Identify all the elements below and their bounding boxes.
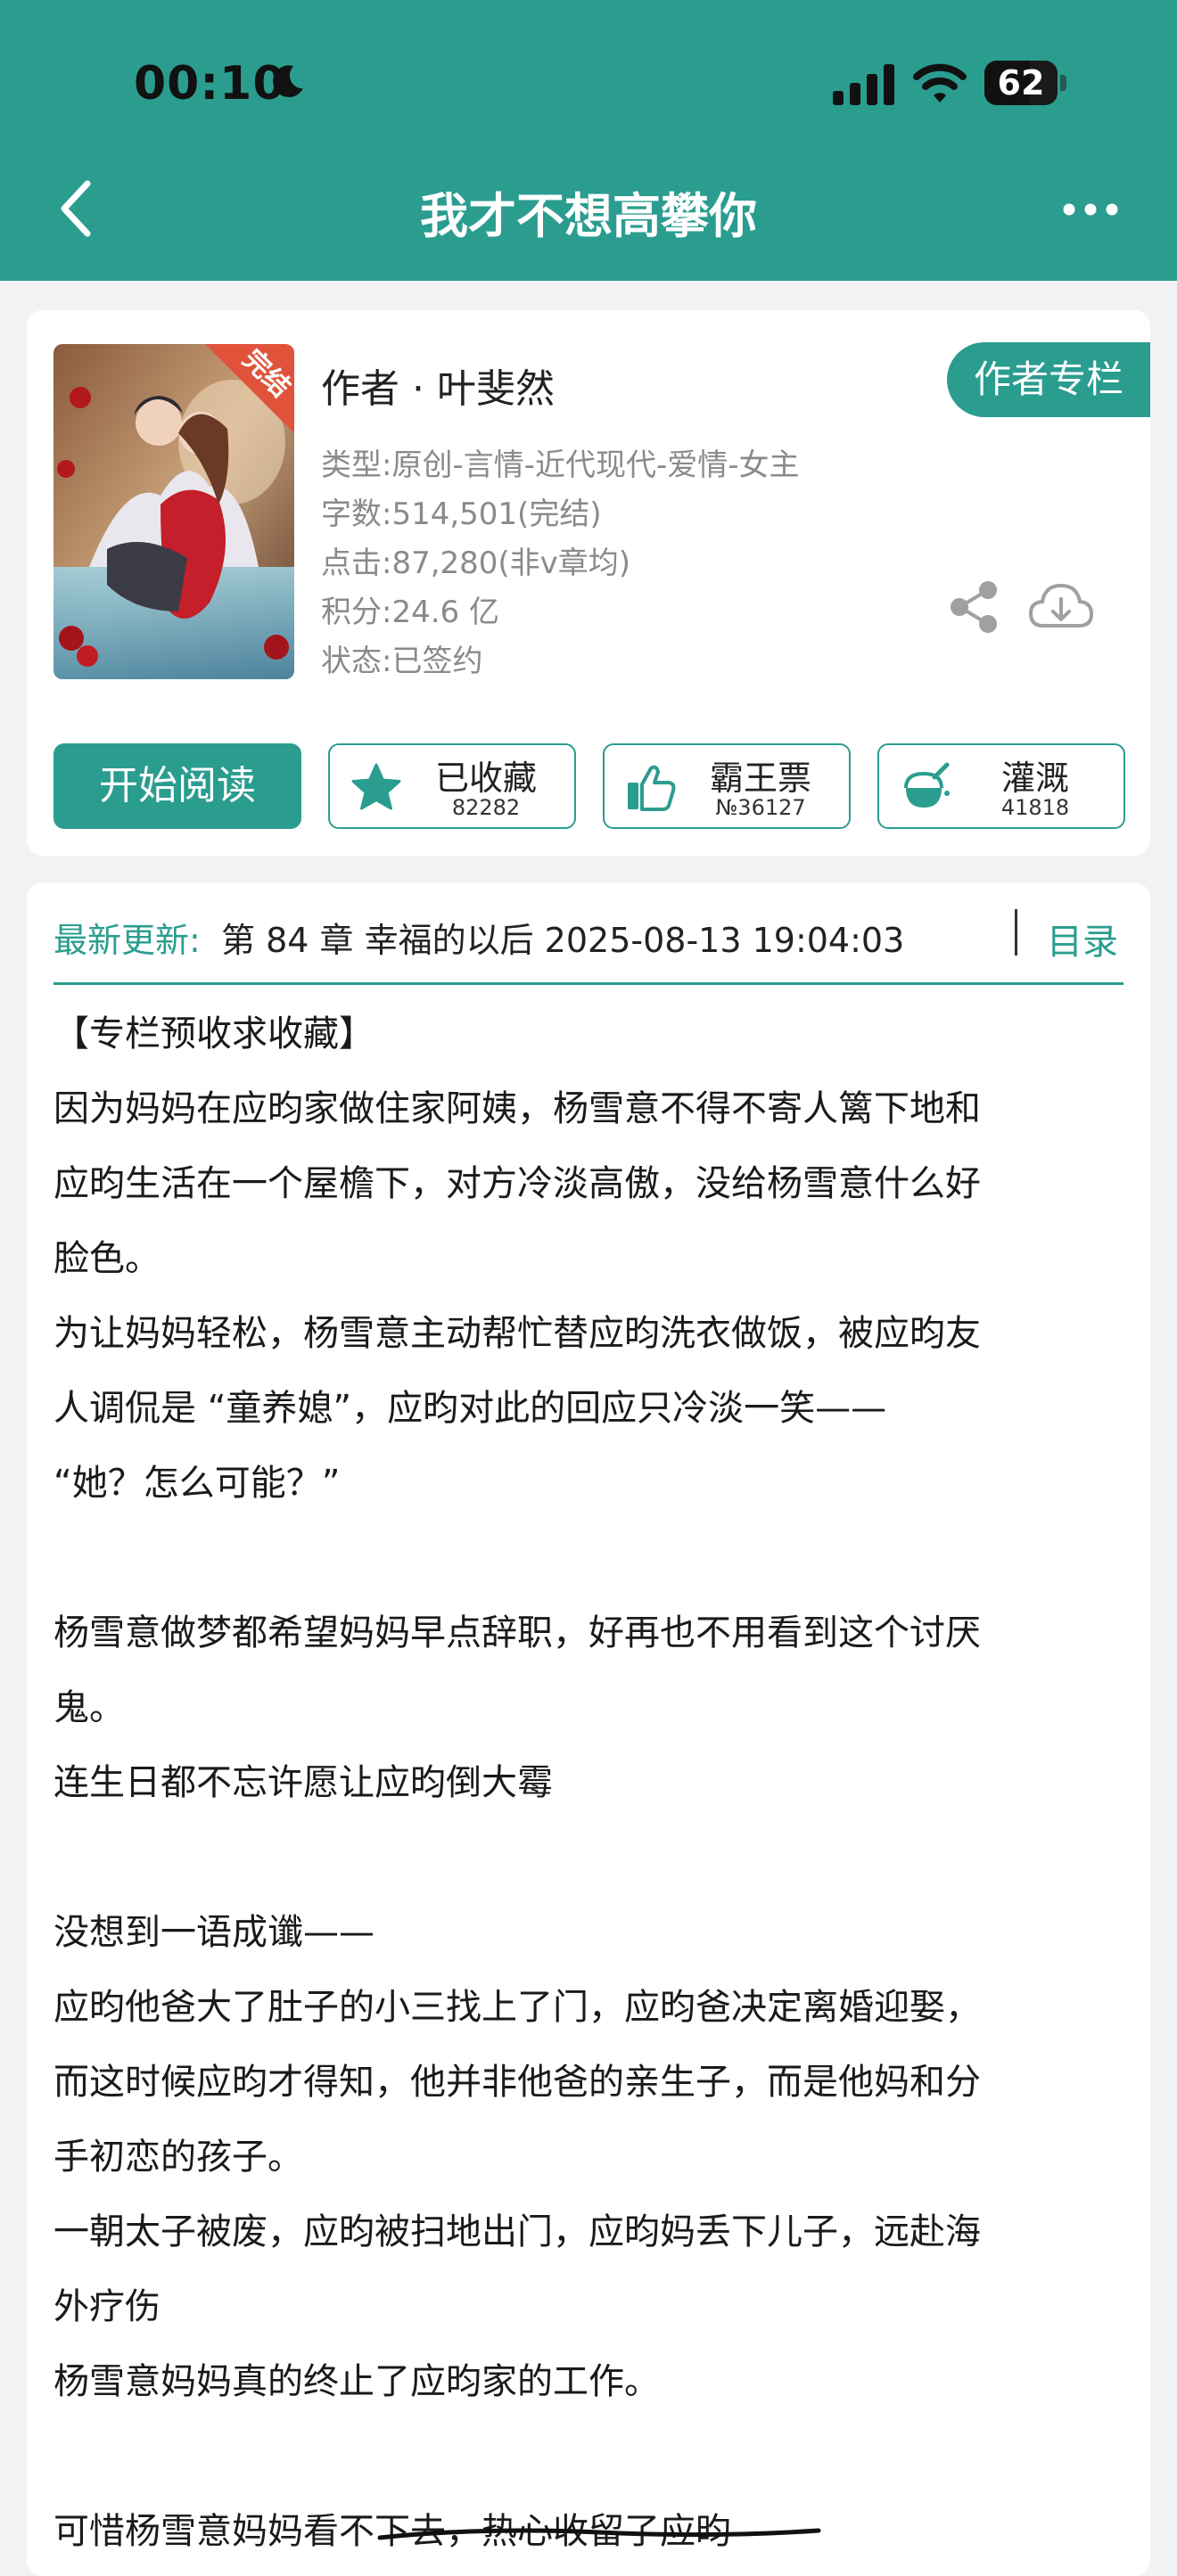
scribble-mark (377, 2528, 821, 2540)
latest-update-label: 最新更新: (54, 921, 201, 960)
page-title: 我才不想高攀你 (420, 188, 757, 244)
toc-divider (1015, 909, 1017, 956)
intro-line: 外疗伤 (54, 2286, 160, 2327)
intro-line (54, 2419, 1141, 2494)
intro-line: 一朝太子被废，应昀被扫地出门，应昀妈丢下儿子，远赴海 (54, 2211, 981, 2252)
irrigate-count: 41818 (1000, 795, 1070, 820)
meta-word-count: 字数:514,501(完结) (321, 496, 602, 532)
start-reading-button[interactable]: 开始阅读 (54, 743, 301, 829)
intro-line: 【专栏预收求收藏】 (54, 1013, 374, 1054)
intro-line: 为让妈妈轻松，杨雪意主动帮忙替应昀洗衣做饭，被应昀友 (54, 1313, 981, 1354)
intro-line: 因为妈妈在应昀家做住家阿姨，杨雪意不得不寄人篱下地和 (54, 1088, 981, 1129)
intro-line: 连生日都不忘许愿让应昀倒大霉 (54, 1762, 553, 1803)
intro-line: 杨雪意妈妈真的终止了应昀家的工作。 (54, 2361, 660, 2402)
intro-line: 脸色。 (54, 1238, 160, 1279)
intro-line: 人调侃是 “童养媳”，应昀对此的回应只冷淡一笑—— (54, 1388, 887, 1429)
book-cover-image[interactable]: 完结 (54, 344, 294, 679)
irrigate-button[interactable]: 灌溉 41818 (877, 743, 1125, 829)
intro-line: 应昀他爸大了肚子的小三找上了门，应昀爸决定离婚迎娶， (54, 1987, 981, 2028)
intro-line: 鬼。 (54, 1687, 125, 1728)
star-icon (351, 763, 401, 810)
author-name[interactable]: 作者 · 叶斐然 (321, 357, 555, 414)
share-icon[interactable] (945, 578, 1004, 636)
meta-status: 状态:已签约 (321, 644, 483, 679)
meta-clicks: 点击:87,280(非v章均) (321, 546, 631, 581)
book-introduction: 【专栏预收求收藏】 因为妈妈在应昀家做住家阿姨，杨雪意不得不寄人篱下地和 应昀生… (54, 997, 1141, 2569)
meta-genre: 类型:原创-言情-近代现代-爱情-女主 (321, 447, 800, 483)
irrigate-label: 灌溉 (1000, 759, 1069, 798)
author-column-button[interactable]: 作者专栏 (947, 342, 1150, 417)
favorite-button[interactable]: 已收藏 82282 (328, 743, 576, 829)
section-divider (54, 982, 1124, 985)
meta-score: 积分:24.6 亿 (321, 595, 499, 630)
more-dots-icon[interactable] (1061, 196, 1120, 223)
favorite-count: 82282 (451, 795, 521, 820)
app-header: 00:10 62 我才不想高攀你 (0, 0, 1177, 281)
wifi-icon (913, 63, 967, 103)
cellular-signal-icon (833, 64, 894, 105)
intro-line: 手初恋的孩子。 (54, 2137, 303, 2178)
moon-icon (273, 65, 303, 98)
intro-line: 而这时候应昀才得知，他并非他爸的亲生子，而是他妈和分 (54, 2062, 981, 2103)
overlord-ticket-label: 霸王票 (709, 759, 811, 798)
favorite-label: 已收藏 (434, 759, 537, 798)
thumbs-up-icon (628, 765, 676, 811)
status-time: 00:10 (134, 57, 286, 111)
cloud-download-icon[interactable] (1027, 578, 1095, 636)
table-of-contents-button[interactable]: 目录 (1047, 913, 1118, 964)
intro-line (54, 1521, 1141, 1596)
overlord-ticket-count: №36127 (715, 795, 806, 820)
intro-line (54, 1820, 1141, 1895)
battery-tip (1060, 75, 1066, 91)
intro-line: “她？怎么可能？” (54, 1463, 341, 1504)
intro-line: 杨雪意做梦都希望妈妈早点辞职，好再也不用看到这个讨厌 (54, 1612, 981, 1653)
battery-level: 62 (997, 63, 1045, 103)
watering-flask-icon (904, 762, 950, 808)
intro-card: 最新更新: 第 84 章 幸福的以后 2025-08-13 19:04:03 目… (27, 882, 1150, 2576)
intro-line: 应昀生活在一个屋檐下，对方冷淡高傲，没给杨雪意什么好 (54, 1163, 981, 1204)
latest-chapter-link[interactable]: 第 84 章 幸福的以后 2025-08-13 19:04:03 (221, 913, 904, 962)
overlord-ticket-button[interactable]: 霸王票 №36127 (603, 743, 851, 829)
intro-line: 没想到一语成谶—— (54, 1912, 374, 1953)
battery-indicator: 62 (984, 61, 1066, 107)
book-info-card: 完结 作者 · 叶斐然 作者专栏 类型:原创-言情-近代现代-爱情-女主 字数:… (27, 310, 1150, 856)
